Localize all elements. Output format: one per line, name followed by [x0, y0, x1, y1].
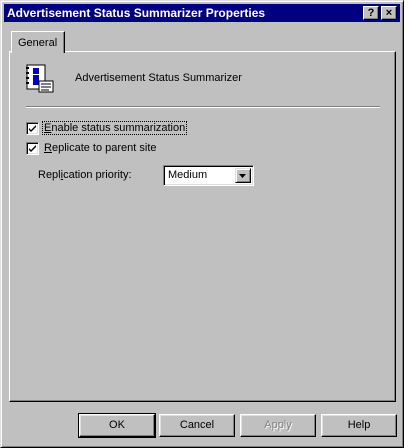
ok-button[interactable]: OK: [78, 413, 156, 438]
help-button[interactable]: Help: [321, 414, 397, 437]
replicate-to-parent-checkbox[interactable]: Replicate to parent site: [26, 140, 158, 156]
enable-status-summarization-label: Enable status summarization: [41, 121, 188, 135]
close-icon[interactable]: ×: [381, 6, 397, 20]
status-summarizer-icon: [26, 64, 54, 93]
dropdown-button[interactable]: [235, 168, 251, 183]
enable-status-summarization-box[interactable]: [26, 121, 39, 135]
tab-general[interactable]: General: [11, 31, 65, 53]
enable-status-summarization-checkbox[interactable]: Enable status summarization: [26, 120, 188, 136]
cancel-button[interactable]: Cancel: [159, 414, 235, 437]
window-title: Advertisement Status Summarizer Properti…: [7, 6, 266, 20]
replicate-to-parent-label: Replicate to parent site: [44, 142, 157, 154]
help-icon[interactable]: ?: [363, 6, 379, 20]
component-name: Advertisement Status Summarizer: [75, 72, 242, 84]
replicate-to-parent-box[interactable]: [26, 141, 39, 155]
apply-button[interactable]: Apply: [240, 414, 316, 437]
replication-priority-label: Replication priority:: [38, 169, 132, 181]
tab-general-label: General: [18, 37, 58, 49]
checkmark-icon: [29, 144, 36, 152]
properties-dialog: Advertisement Status Summarizer Properti…: [0, 0, 404, 448]
tab-panel-general: [9, 51, 396, 402]
checkmark-icon: [29, 124, 36, 132]
chevron-down-icon: [239, 174, 246, 178]
separator: [26, 106, 380, 108]
title-bar[interactable]: Advertisement Status Summarizer Properti…: [4, 4, 400, 22]
replication-priority-select[interactable]: Medium: [163, 165, 254, 186]
replication-priority-value: Medium: [168, 169, 208, 181]
